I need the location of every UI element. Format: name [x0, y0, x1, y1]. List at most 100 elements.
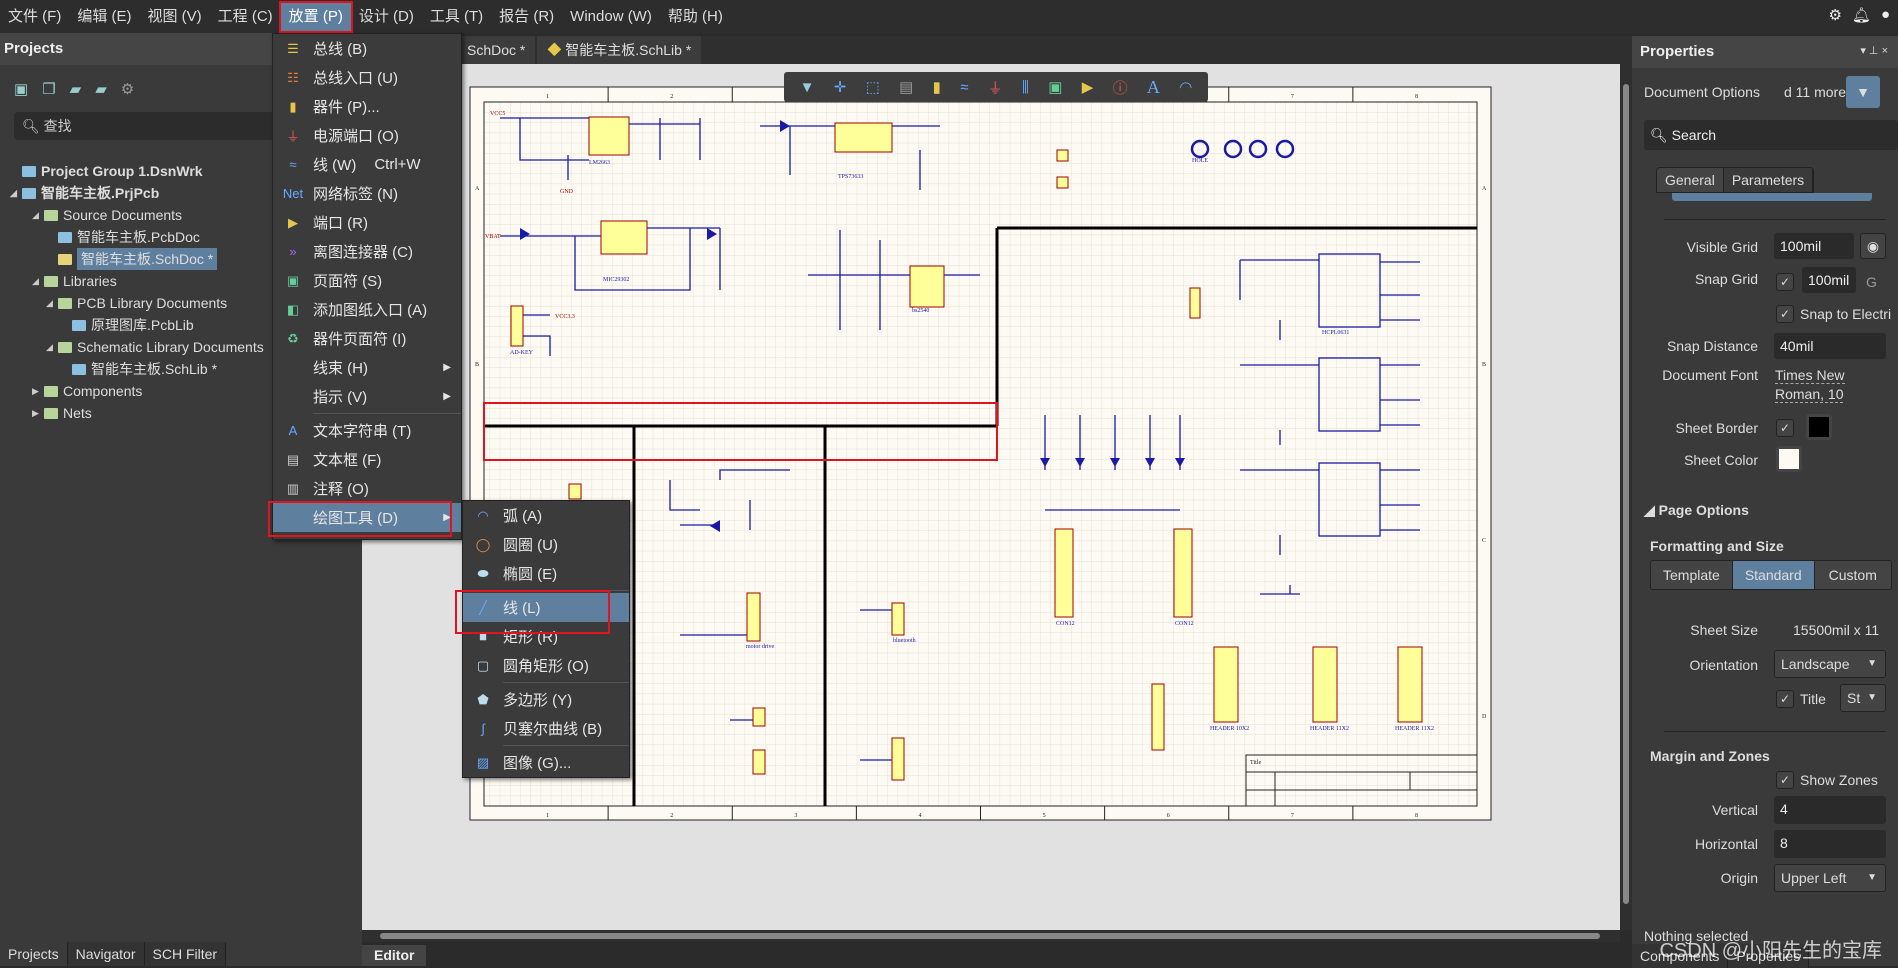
menu-item[interactable]: ◯ 圆圈 (U): [463, 530, 629, 559]
snap-distance-input[interactable]: 40mil: [1774, 333, 1886, 359]
collapsed-arrow-icon[interactable]: ▶: [32, 402, 44, 424]
gear-icon[interactable]: ⚙: [121, 80, 134, 98]
filter-button[interactable]: ▼: [1846, 76, 1880, 108]
menu-item[interactable]: ≈ 线 (W) Ctrl+W: [273, 150, 461, 179]
expanded-arrow-icon[interactable]: ◢: [32, 270, 44, 292]
horizontal-scrollbar[interactable]: [362, 930, 1620, 942]
menu-item[interactable]: ◧ 添加图纸入口 (A): [273, 295, 461, 324]
component-j7[interactable]: [891, 737, 905, 781]
menu-item[interactable]: 指示 (V) ▶: [273, 382, 461, 411]
tree-item[interactable]: ◢ Schematic Library Documents: [10, 336, 310, 358]
bus-icon[interactable]: ⫼: [1022, 79, 1029, 96]
tab-general[interactable]: General: [1657, 168, 1724, 192]
arc-icon[interactable]: ◠: [1179, 78, 1192, 96]
align-icon[interactable]: ▤: [899, 78, 913, 96]
tab-navigator[interactable]: Navigator: [67, 942, 145, 966]
part-icon[interactable]: ▮: [933, 78, 941, 96]
menu-item[interactable]: ☰ 总线 (B): [273, 34, 461, 63]
expanded-arrow-icon[interactable]: ◢: [46, 292, 58, 314]
component-u1[interactable]: [834, 122, 893, 153]
menu-item[interactable]: ◠ 弧 (A): [463, 501, 629, 530]
menu-view[interactable]: 视图 (V): [140, 3, 210, 31]
menu-item[interactable]: ▥ 注释 (O): [273, 474, 461, 503]
folder-settings-icon[interactable]: ▰: [95, 80, 107, 98]
tab-sch-filter[interactable]: SCH Filter: [144, 942, 227, 966]
sheet-color-swatch[interactable]: [1776, 446, 1802, 472]
tree-item[interactable]: ▶ Components: [10, 380, 310, 402]
copy-icon[interactable]: ❐: [42, 80, 55, 98]
format-custom[interactable]: Custom: [1814, 561, 1891, 589]
format-standard[interactable]: Standard: [1732, 561, 1815, 589]
menu-tools[interactable]: 工具 (T): [422, 3, 491, 31]
properties-search-input[interactable]: 🔍︎ Search: [1644, 120, 1898, 150]
save-icon[interactable]: ▣: [14, 80, 28, 98]
tree-item[interactable]: Project Group 1.DsnWrk: [10, 160, 310, 182]
tree-item[interactable]: ▶ Nets: [10, 402, 310, 424]
filter-icon[interactable]: ▼: [800, 79, 815, 96]
menu-item[interactable]: ♻ 器件页面符 (I): [273, 324, 461, 353]
page-options-header[interactable]: ◢ Page Options: [1644, 502, 1749, 519]
menu-item[interactable]: ▮ 器件 (P)...: [273, 92, 461, 121]
expanded-arrow-icon[interactable]: ◢: [10, 182, 22, 204]
tab-schlib[interactable]: ◆ 智能车主板.SchLib *: [537, 36, 702, 64]
menu-item[interactable]: » 离图连接器 (C): [273, 237, 461, 266]
menu-item[interactable]: ▤ 文本框 (F): [273, 445, 461, 474]
component-bt[interactable]: [1189, 287, 1201, 319]
tree-item[interactable]: ◢ PCB Library Documents: [10, 292, 310, 314]
menu-window[interactable]: Window (W): [562, 3, 660, 31]
menu-item[interactable]: ▶ 端口 (R): [273, 208, 461, 237]
tree-item[interactable]: 原理图库.PcbLib: [10, 314, 310, 336]
horizontal-input[interactable]: 8: [1774, 830, 1886, 858]
title-style-select[interactable]: St: [1840, 684, 1886, 712]
menu-edit[interactable]: 编辑 (E): [69, 3, 139, 31]
menu-file[interactable]: 文件 (F): [0, 3, 69, 31]
menu-item[interactable]: Net 网络标签 (N): [273, 179, 461, 208]
tab-editor[interactable]: Editor: [362, 945, 427, 966]
menu-item[interactable]: A 文本字符串 (T): [273, 416, 461, 445]
menu-item[interactable]: ∫ 贝塞尔曲线 (B): [463, 714, 629, 743]
tree-item[interactable]: ◢ Libraries: [10, 270, 310, 292]
port-icon[interactable]: ▶: [1082, 78, 1094, 96]
sheet-border-checkbox[interactable]: ✓: [1776, 419, 1794, 437]
menu-item[interactable]: ⬟ 多边形 (Y): [463, 685, 629, 714]
sheet-symbol-icon[interactable]: ▣: [1048, 78, 1062, 96]
menu-item[interactable]: 线束 (H) ▶: [273, 353, 461, 382]
snap-electrical-checkbox[interactable]: ✓: [1776, 305, 1794, 323]
component-motor[interactable]: [746, 592, 761, 642]
tree-item[interactable]: 智能车主板.PcbDoc: [10, 226, 310, 248]
title-checkbox[interactable]: ✓: [1776, 690, 1794, 708]
select-icon[interactable]: ⬚: [866, 78, 880, 96]
vertical-input[interactable]: 4: [1774, 796, 1886, 824]
component-conn1[interactable]: [1054, 528, 1074, 618]
expanded-arrow-icon[interactable]: ◢: [32, 204, 44, 226]
component-j2[interactable]: [1056, 149, 1069, 162]
menu-design[interactable]: 设计 (D): [351, 3, 422, 31]
tree-item[interactable]: ◢ 智能车主板.PrjPcb: [10, 182, 310, 204]
menu-item[interactable]: ☷ 总线入口 (U): [273, 63, 461, 92]
component-header3[interactable]: [1397, 646, 1423, 723]
power-icon[interactable]: ⏚: [988, 77, 1003, 98]
sheet-border-color[interactable]: [1806, 414, 1832, 440]
move-icon[interactable]: ✛: [834, 78, 847, 96]
document-font-line2[interactable]: Roman, 10: [1775, 386, 1844, 403]
snap-grid-checkbox[interactable]: ✓: [1776, 273, 1794, 291]
component-con2a[interactable]: [752, 707, 766, 727]
menu-item[interactable]: ⬬ 椭圆 (E): [463, 559, 629, 588]
menu-project[interactable]: 工程 (C): [210, 3, 281, 31]
expanded-arrow-icon[interactable]: ◢: [46, 336, 58, 358]
tab-projects[interactable]: Projects: [0, 942, 68, 966]
tree-item[interactable]: 智能车主板.SchLib *: [10, 358, 310, 380]
tree-item[interactable]: 智能车主板.SchDoc *: [10, 248, 310, 270]
orientation-select[interactable]: Landscape: [1774, 650, 1886, 678]
schematic-editor[interactable]: 1122334455667788AABBCCDD: [362, 64, 1620, 930]
menu-reports[interactable]: 报告 (R): [491, 3, 562, 31]
component-u4[interactable]: [600, 220, 648, 255]
component-j-small[interactable]: [568, 483, 582, 500]
eye-icon[interactable]: ◉: [1860, 233, 1886, 259]
tab-parameters[interactable]: Parameters: [1723, 168, 1814, 192]
component-conn2[interactable]: [1173, 528, 1193, 618]
component-j1[interactable]: [510, 305, 524, 347]
origin-select[interactable]: Upper Left: [1774, 864, 1886, 892]
menu-item[interactable]: ▣ 页面符 (S): [273, 266, 461, 295]
directive-icon[interactable]: ⓘ: [1113, 77, 1128, 98]
